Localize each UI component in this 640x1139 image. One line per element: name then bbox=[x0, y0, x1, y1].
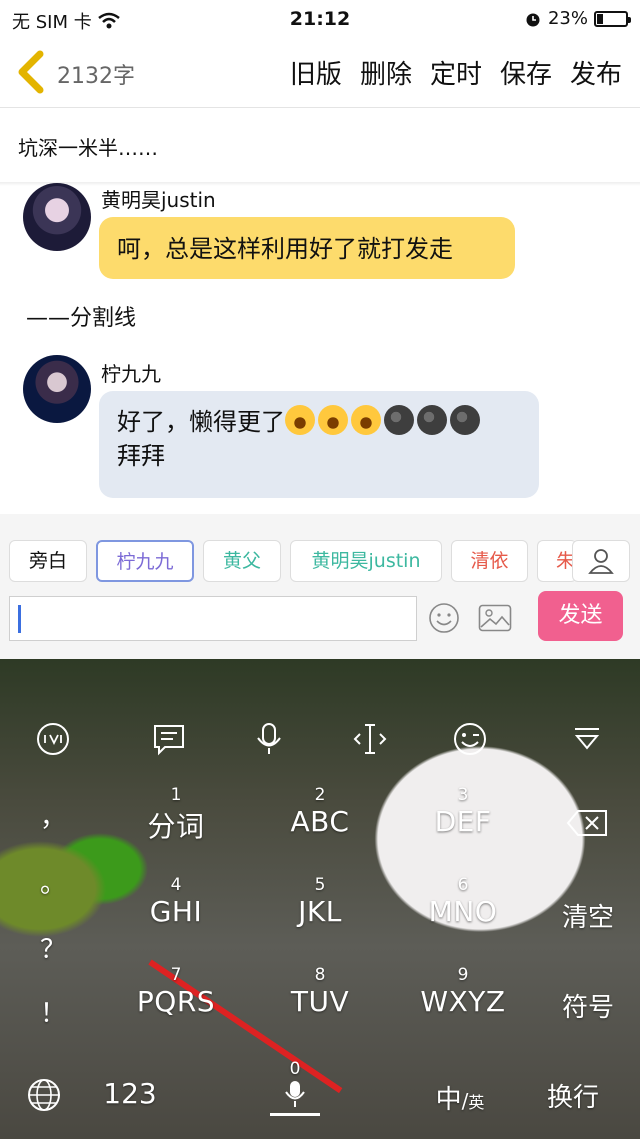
voice-space-icon bbox=[285, 1081, 305, 1107]
language-toggle-key[interactable]: 中/英 bbox=[420, 1079, 500, 1116]
message-text: 好了，懒得更了 bbox=[117, 408, 285, 436]
laughing-emoji-icon bbox=[351, 405, 381, 435]
clipboard-icon[interactable] bbox=[151, 721, 187, 757]
save-button[interactable]: 保存 bbox=[500, 54, 552, 91]
dark-moon-emoji-icon bbox=[384, 405, 414, 435]
sender-name: 柠九九 bbox=[101, 362, 161, 386]
key-6[interactable]: 6 MNO bbox=[393, 875, 533, 928]
alarm-icon bbox=[526, 13, 540, 26]
laughing-emoji-icon bbox=[318, 405, 348, 435]
collapse-keyboard-icon[interactable] bbox=[569, 721, 605, 757]
delete-button[interactable]: 删除 bbox=[360, 54, 412, 91]
key-9[interactable]: 9 WXYZ bbox=[393, 965, 533, 1018]
key-2[interactable]: 2 ABC bbox=[250, 785, 390, 838]
sender-name: 黄明昊justin bbox=[101, 188, 216, 212]
numbers-key[interactable]: 123 bbox=[90, 1077, 170, 1110]
message-text: 呵，总是这样利用好了就打发走 bbox=[117, 235, 453, 263]
word-count: 2132字 bbox=[57, 64, 135, 89]
scene-text[interactable]: 坑深一米半…… bbox=[18, 132, 158, 161]
message-bubble[interactable]: 呵，总是这样利用好了就打发走 bbox=[99, 217, 515, 279]
punct-period-key[interactable]: 。 bbox=[38, 863, 68, 900]
role-chip-narrator[interactable]: 旁白 bbox=[9, 540, 87, 582]
emoji-icon[interactable] bbox=[428, 602, 460, 634]
punct-exclaim-key[interactable]: ！ bbox=[38, 993, 68, 1030]
ifly-logo-icon[interactable] bbox=[35, 721, 71, 757]
message-input[interactable] bbox=[9, 596, 417, 641]
dark-moon-emoji-icon bbox=[450, 405, 480, 435]
keyboard: ， 。 ？ ！ 1 分词 2 ABC 3 DEF 4 GHI 5 JKL 6 M… bbox=[0, 659, 640, 1139]
message-bubble[interactable]: 好了，懒得更了 拜拜 bbox=[99, 391, 539, 498]
send-button[interactable]: 发送 bbox=[538, 591, 623, 641]
punct-comma-key[interactable]: ， bbox=[38, 797, 68, 834]
text-caret bbox=[18, 605, 21, 633]
cursor-move-icon[interactable] bbox=[352, 721, 388, 757]
back-chevron-icon[interactable] bbox=[14, 50, 50, 94]
microphone-icon[interactable] bbox=[251, 721, 287, 757]
dark-moon-emoji-icon bbox=[417, 405, 447, 435]
emoji-keyboard-icon[interactable] bbox=[452, 721, 488, 757]
enter-key[interactable]: 换行 bbox=[528, 1077, 618, 1114]
image-icon[interactable] bbox=[478, 604, 512, 632]
compose-panel: 旁白 柠九九 黄父 黄明昊justin 清依 朱 发送 bbox=[0, 514, 640, 659]
divider bbox=[0, 182, 640, 186]
avatar[interactable] bbox=[23, 355, 91, 423]
schedule-button[interactable]: 定时 bbox=[430, 54, 482, 91]
role-chip[interactable]: 黄明昊justin bbox=[290, 540, 442, 582]
key-1[interactable]: 1 分词 bbox=[106, 785, 246, 845]
separator-text[interactable]: ——分割线 bbox=[26, 300, 136, 332]
globe-icon[interactable] bbox=[26, 1077, 62, 1113]
battery-icon bbox=[594, 10, 631, 27]
battery-percent: 23% bbox=[547, 8, 588, 29]
role-chip-selected[interactable]: 柠九九 bbox=[96, 540, 194, 582]
key-4[interactable]: 4 GHI bbox=[106, 875, 246, 928]
message-text-line: 拜拜 bbox=[117, 442, 165, 470]
laughing-emoji-icon bbox=[285, 405, 315, 435]
role-chip[interactable]: 黄父 bbox=[203, 540, 281, 582]
space-key[interactable]: 0 bbox=[260, 1059, 330, 1116]
key-5[interactable]: 5 JKL bbox=[250, 875, 390, 928]
key-8[interactable]: 8 TUV bbox=[250, 965, 390, 1018]
backspace-icon[interactable] bbox=[566, 809, 608, 837]
role-chip-partial[interactable]: 朱 bbox=[537, 540, 577, 582]
punct-question-key[interactable]: ？ bbox=[38, 929, 68, 966]
symbols-key[interactable]: 符号 bbox=[548, 987, 628, 1024]
person-icon bbox=[588, 549, 614, 574]
clear-key[interactable]: 清空 bbox=[548, 897, 628, 934]
add-role-button[interactable] bbox=[572, 540, 630, 582]
header-actions: 旧版 删除 定时 保存 发布 bbox=[290, 54, 622, 91]
editor-header: 2132字 旧版 删除 定时 保存 发布 bbox=[0, 36, 640, 108]
status-bar: 无 SIM 卡 21:12 23% bbox=[0, 0, 640, 36]
old-version-button[interactable]: 旧版 bbox=[290, 54, 342, 91]
key-3[interactable]: 3 DEF bbox=[393, 785, 533, 838]
key-7[interactable]: 7 PQRS bbox=[106, 965, 246, 1018]
avatar[interactable] bbox=[23, 183, 91, 251]
publish-button[interactable]: 发布 bbox=[570, 54, 622, 91]
role-chip[interactable]: 清依 bbox=[451, 540, 528, 582]
